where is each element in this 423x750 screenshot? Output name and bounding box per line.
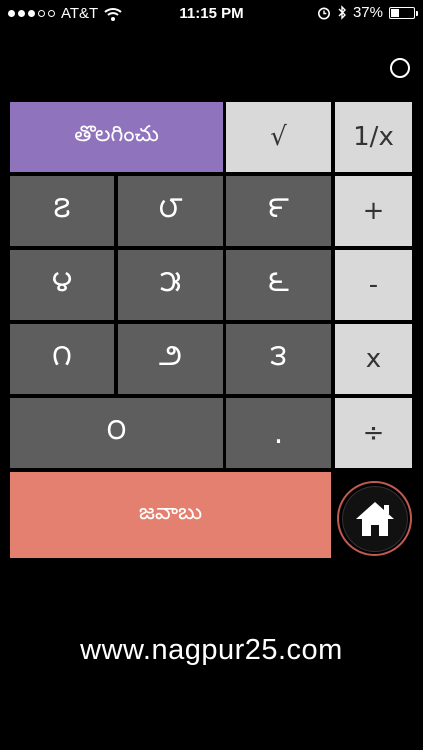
- equals-button[interactable]: జవాబు: [10, 472, 331, 558]
- digit-7-button[interactable]: ౭: [10, 176, 114, 246]
- decimal-button[interactable]: .: [226, 398, 331, 468]
- home-button[interactable]: [337, 481, 412, 556]
- circle-icon: [390, 58, 410, 78]
- battery-percent: 37%: [352, 4, 383, 21]
- multiply-button[interactable]: x: [335, 324, 412, 394]
- clear-button[interactable]: తొలగించు: [10, 102, 223, 172]
- digit-2-button[interactable]: ౨: [118, 324, 223, 394]
- digit-5-button[interactable]: ౫: [118, 250, 223, 320]
- reciprocal-button[interactable]: 1/x: [335, 102, 412, 172]
- battery-icon: [389, 6, 418, 19]
- sqrt-button[interactable]: √: [226, 102, 331, 172]
- digit-1-button[interactable]: ౧: [10, 324, 114, 394]
- home-icon: [355, 501, 394, 536]
- alarm-icon: [317, 7, 330, 19]
- home-button-inner: [342, 486, 407, 551]
- divide-button[interactable]: ÷: [335, 398, 412, 468]
- plus-button[interactable]: +: [335, 176, 412, 246]
- website-link[interactable]: www.nagpur25.com: [0, 634, 423, 667]
- digit-0-button[interactable]: ౦: [10, 398, 223, 468]
- status-right: 37%: [317, 4, 418, 21]
- digit-8-button[interactable]: ౮: [118, 176, 223, 246]
- digit-4-button[interactable]: ౪: [10, 250, 114, 320]
- digit-6-button[interactable]: ౬: [226, 250, 331, 320]
- bluetooth-icon: [338, 5, 346, 20]
- minus-button[interactable]: -: [335, 250, 412, 320]
- digit-9-button[interactable]: ౯: [226, 176, 331, 246]
- status-bar: AT&T 11:15 PM 37%: [0, 0, 423, 28]
- digit-3-button[interactable]: ౩: [226, 324, 331, 394]
